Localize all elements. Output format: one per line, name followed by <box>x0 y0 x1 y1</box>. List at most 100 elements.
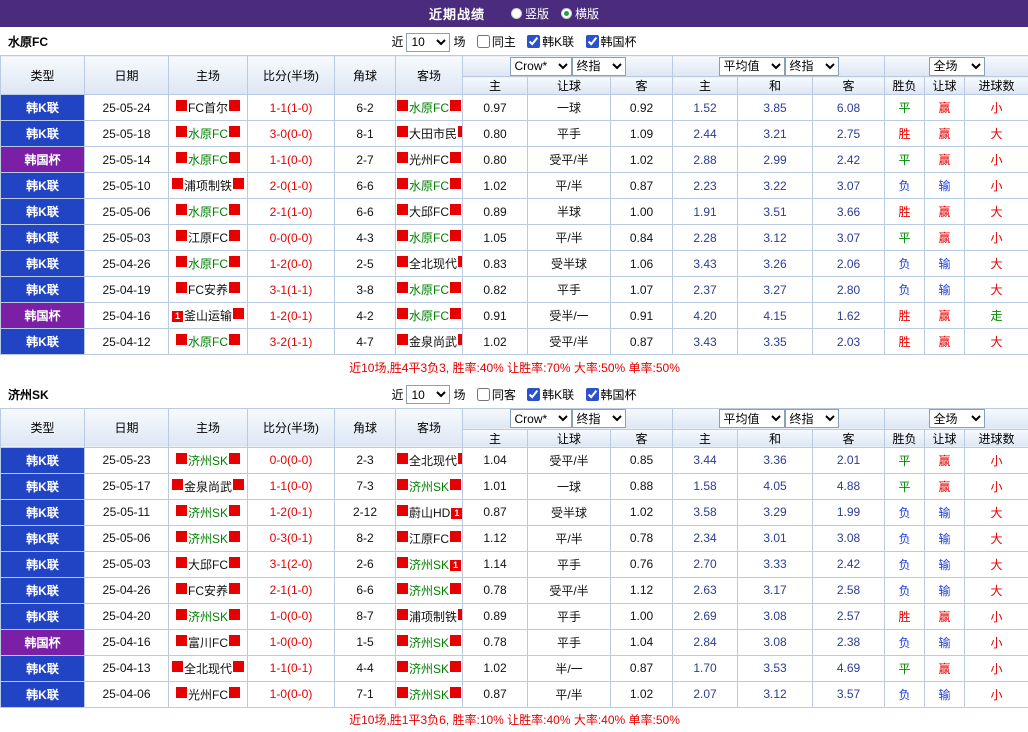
euro-draw-odds: 3.01 <box>738 525 813 551</box>
red-card-badge <box>176 256 187 267</box>
col-corner: 角球 <box>335 56 396 95</box>
red-card-badge <box>397 230 408 241</box>
away-team-cell: 江原FC <box>396 525 463 551</box>
red-card-badge <box>229 334 240 345</box>
layout-radio-vertical[interactable]: 竖版 <box>511 5 549 22</box>
handicap-line: 平手 <box>528 551 611 577</box>
away-team-name: 光州FC <box>409 153 449 167</box>
cup-checkbox[interactable] <box>586 388 599 401</box>
scope-select[interactable]: 全场 <box>929 409 985 428</box>
bookmaker-select[interactable]: Crow* <box>510 57 572 76</box>
match-row: 韩国杯 25-04-16 1釜山运输 1-2(0-1) 4-2 水原FC 0.9… <box>1 303 1028 329</box>
sections-root: 水原FC 近10场 同主 韩K联 韩国杯 类型 日期 主场 比分(半场) 角球 … <box>0 29 1028 732</box>
handicap-line: 平/半 <box>528 525 611 551</box>
games-suffix-label: 场 <box>453 388 465 402</box>
results-tbody: 韩K联 25-05-23 济州SK 0-0(0-0) 2-3 全北现代 1.04… <box>1 447 1028 707</box>
score-cell: 1-1(0-0) <box>248 147 335 173</box>
results-table-header: 类型 日期 主场 比分(半场) 角球 客场 Crow*终指 平均值终指 全场 主… <box>1 408 1028 447</box>
kleague-filter[interactable]: 韩K联 <box>527 35 574 49</box>
col-away: 客场 <box>396 56 463 95</box>
handicap-result-cell: 赢 <box>925 447 965 473</box>
away-team-cell: 济州SK <box>396 473 463 499</box>
home-team-name: 济州SK <box>188 610 228 624</box>
league-badge: 韩K联 <box>1 225 85 251</box>
radio-unselected-icon[interactable] <box>511 8 522 19</box>
handicap-result-cell: 输 <box>925 577 965 603</box>
euro-home-odds: 2.88 <box>673 147 738 173</box>
home-team-name: 金泉尚武 <box>184 480 232 494</box>
euro-final-select[interactable]: 终指 <box>785 409 839 428</box>
match-date: 25-05-06 <box>85 525 169 551</box>
match-date: 25-05-10 <box>85 173 169 199</box>
same-venue-checkbox[interactable] <box>477 35 490 48</box>
match-row: 韩K联 25-05-10 浦项制铁 2-0(1-0) 6-6 水原FC 1.02… <box>1 173 1028 199</box>
cup-checkbox[interactable] <box>586 35 599 48</box>
corner-cell: 4-2 <box>335 303 396 329</box>
red-card-badge <box>229 687 240 698</box>
red-card-badge <box>233 308 244 319</box>
controls-row: 水原FC 近10场 同主 韩K联 韩国杯 <box>0 29 1028 55</box>
red-card-badge <box>229 152 240 163</box>
col-asia-home: 主 <box>463 429 528 447</box>
home-team-cell: FC首尔 <box>169 95 248 121</box>
asia-final-select[interactable]: 终指 <box>572 57 626 76</box>
col-euro-draw: 和 <box>738 77 813 95</box>
match-date: 25-05-18 <box>85 121 169 147</box>
euro-home-odds: 2.44 <box>673 121 738 147</box>
red-card-badge <box>176 609 187 620</box>
match-row: 韩K联 25-04-26 水原FC 1-2(0-0) 2-5 全北现代 0.83… <box>1 251 1028 277</box>
scope-select[interactable]: 全场 <box>929 57 985 76</box>
goals-result-cell: 大 <box>965 121 1028 147</box>
recent-count-select[interactable]: 10 <box>406 385 450 404</box>
away-team-name: 济州SK <box>409 480 449 494</box>
recent-count-select[interactable]: 10 <box>406 33 450 52</box>
handicap-line: 平手 <box>528 629 611 655</box>
away-team-cell: 水原FC <box>396 225 463 251</box>
home-team-cell: 金泉尚武 <box>169 473 248 499</box>
score-cell: 1-0(0-0) <box>248 603 335 629</box>
kleague-checkbox[interactable] <box>527 35 540 48</box>
layout-radio-horizontal[interactable]: 横版 <box>561 5 599 22</box>
league-badge: 韩K联 <box>1 95 85 121</box>
cup-filter[interactable]: 韩国杯 <box>586 35 637 49</box>
goals-result-cell: 小 <box>965 225 1028 251</box>
home-team-name: 水原FC <box>188 153 228 167</box>
score-cell: 0-0(0-0) <box>248 225 335 251</box>
euro-final-select[interactable]: 终指 <box>785 57 839 76</box>
score-cell: 1-2(0-0) <box>248 251 335 277</box>
bookmaker-select[interactable]: Crow* <box>510 409 572 428</box>
red-card-badge <box>450 531 461 542</box>
result-cell: 胜 <box>885 303 925 329</box>
asia-final-select[interactable]: 终指 <box>572 409 626 428</box>
radio-selected-icon[interactable] <box>561 8 572 19</box>
kleague-label: 韩K联 <box>542 388 574 402</box>
euro-average-select[interactable]: 平均值 <box>719 409 785 428</box>
same-venue-filter[interactable]: 同主 <box>477 35 516 49</box>
cup-filter[interactable]: 韩国杯 <box>586 388 637 402</box>
league-badge: 韩国杯 <box>1 629 85 655</box>
handicap-result-cell: 输 <box>925 629 965 655</box>
euro-average-select[interactable]: 平均值 <box>719 57 785 76</box>
away-team-name: 水原FC <box>409 179 449 193</box>
asia-home-odds: 1.05 <box>463 225 528 251</box>
col-type: 类型 <box>1 408 85 447</box>
goals-result-cell: 大 <box>965 525 1028 551</box>
away-team-cell: 水原FC <box>396 303 463 329</box>
corner-cell: 8-7 <box>335 603 396 629</box>
kleague-filter[interactable]: 韩K联 <box>527 388 574 402</box>
red-card-badge <box>233 178 244 189</box>
red-card-badge <box>450 479 461 490</box>
kleague-checkbox[interactable] <box>527 388 540 401</box>
same-venue-filter[interactable]: 同客 <box>477 388 516 402</box>
same-venue-checkbox[interactable] <box>477 388 490 401</box>
league-badge: 韩K联 <box>1 551 85 577</box>
result-cell: 负 <box>885 551 925 577</box>
league-badge: 韩K联 <box>1 681 85 707</box>
euro-away-odds: 2.03 <box>813 329 885 355</box>
result-cell: 平 <box>885 447 925 473</box>
home-team-cell: 济州SK <box>169 525 248 551</box>
match-row: 韩K联 25-05-11 济州SK 1-2(0-1) 2-12 蔚山HD1 0.… <box>1 499 1028 525</box>
euro-draw-odds: 4.05 <box>738 473 813 499</box>
home-team-name: 光州FC <box>188 688 228 702</box>
asia-home-odds: 0.87 <box>463 499 528 525</box>
